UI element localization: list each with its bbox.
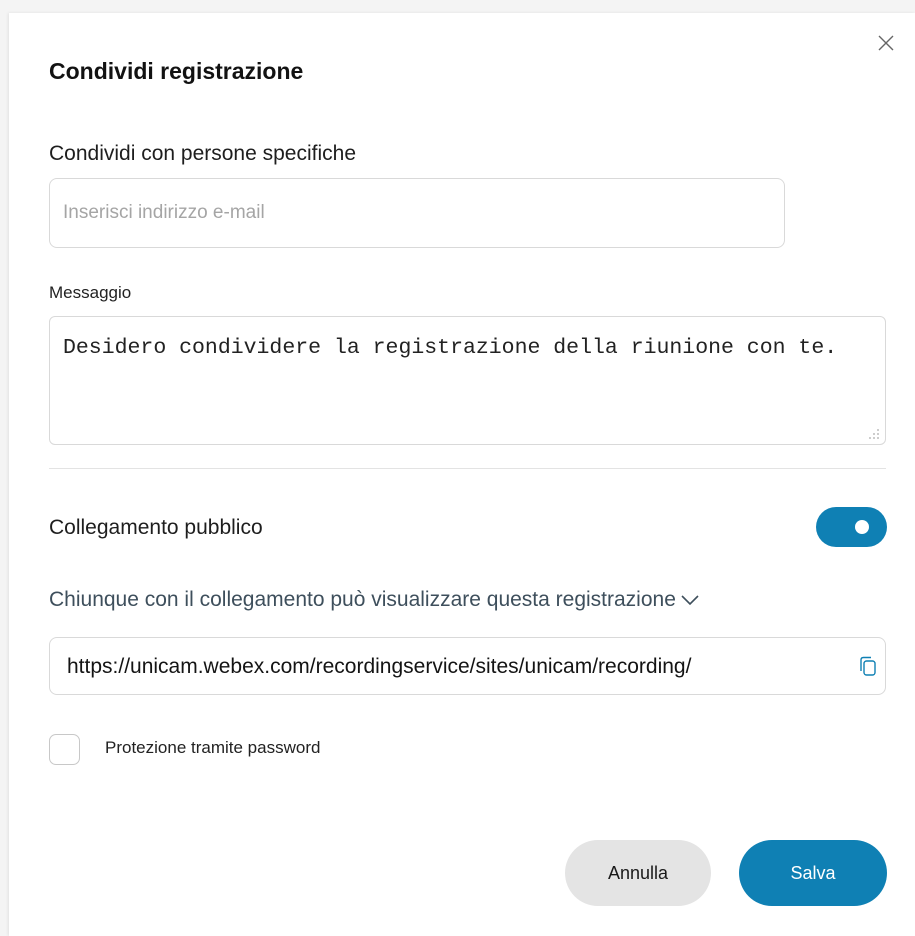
- email-input[interactable]: [49, 178, 785, 248]
- public-link-toggle[interactable]: [816, 507, 887, 547]
- save-button[interactable]: Salva: [739, 840, 887, 906]
- divider: [49, 468, 886, 469]
- public-link-label: Collegamento pubblico: [49, 516, 263, 539]
- message-label: Messaggio: [49, 283, 132, 302]
- dialog-title: Condividi registrazione: [49, 58, 304, 84]
- password-checkbox[interactable]: [49, 734, 80, 765]
- toggle-knob: [855, 520, 869, 534]
- copy-icon[interactable]: [857, 655, 879, 679]
- public-link-url[interactable]: https://unicam.webex.com/recordingservic…: [67, 655, 850, 679]
- cancel-button[interactable]: Annulla: [565, 840, 711, 906]
- access-dropdown-label: Chiunque con il collegamento può visuali…: [49, 588, 676, 611]
- message-textarea[interactable]: Desidero condividere la registrazione de…: [49, 316, 886, 445]
- password-checkbox-label: Protezione tramite password: [105, 738, 321, 757]
- chevron-down-icon: [681, 595, 699, 606]
- close-icon[interactable]: [875, 32, 897, 54]
- resize-grip-icon[interactable]: [868, 428, 880, 440]
- share-people-label: Condividi con persone specifiche: [49, 142, 357, 165]
- access-dropdown[interactable]: Chiunque con il collegamento può visuali…: [49, 588, 700, 612]
- public-link-field[interactable]: https://unicam.webex.com/recordingservic…: [49, 637, 886, 695]
